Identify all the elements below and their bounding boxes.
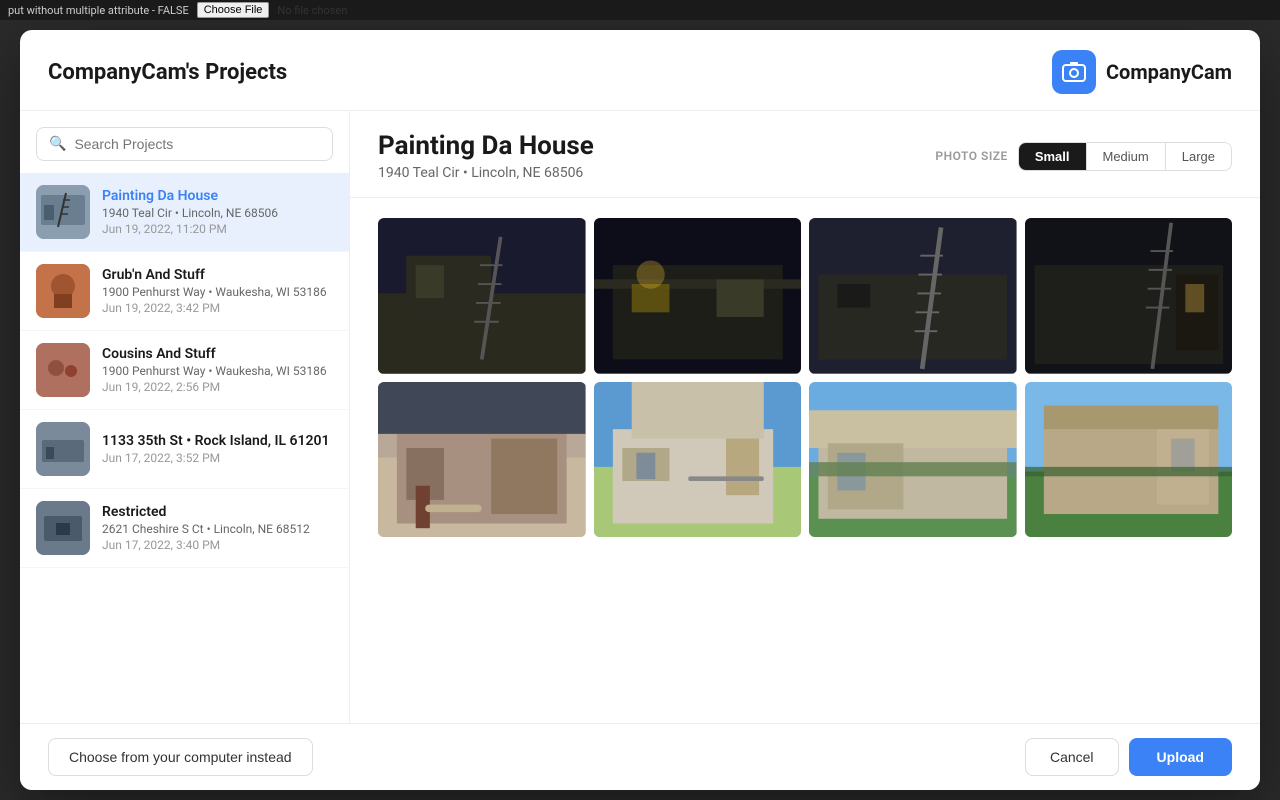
project-name: Cousins And Stuff xyxy=(102,346,333,362)
size-options: Small Medium Large xyxy=(1018,142,1232,171)
search-icon: 🔍 xyxy=(49,136,66,152)
project-name: Painting Da House xyxy=(102,188,333,204)
project-thumb xyxy=(36,264,90,318)
project-date: Jun 17, 2022, 3:40 PM xyxy=(102,538,333,552)
project-date: Jun 17, 2022, 3:52 PM xyxy=(102,451,333,465)
project-name: Restricted xyxy=(102,504,333,520)
cancel-button[interactable]: Cancel xyxy=(1025,738,1119,776)
search-box: 🔍 xyxy=(36,127,333,161)
project-date: Jun 19, 2022, 2:56 PM xyxy=(102,380,333,394)
project-item-restricted[interactable]: Restricted 2621 Cheshire S Ct • Lincoln,… xyxy=(20,489,349,568)
project-header-info: Painting Da House 1940 Teal Cir • Lincol… xyxy=(378,131,594,181)
footer-actions: Cancel Upload xyxy=(1025,738,1232,776)
selected-project-name: Painting Da House xyxy=(378,131,594,161)
upload-button[interactable]: Upload xyxy=(1129,738,1232,776)
logo-text: CompanyCam xyxy=(1106,60,1232,84)
top-browser-bar: put without multiple attribute - FALSE C… xyxy=(0,0,1280,20)
photo-item[interactable] xyxy=(1025,382,1233,538)
project-item-grubn-and-stuff[interactable]: Grub'n And Stuff 1900 Penhurst Way • Wau… xyxy=(20,252,349,331)
project-address: 1900 Penhurst Way • Waukesha, WI 53186 xyxy=(102,364,333,378)
search-input[interactable] xyxy=(74,136,320,152)
size-option-medium[interactable]: Medium xyxy=(1087,143,1166,170)
project-address: 1900 Penhurst Way • Waukesha, WI 53186 xyxy=(102,285,333,299)
selected-project-address: 1940 Teal Cir • Lincoln, NE 68506 xyxy=(378,165,594,181)
photos-grid xyxy=(350,198,1260,723)
photo-item[interactable] xyxy=(1025,218,1233,374)
project-info: 1133 35th St • Rock Island, IL 61201 Jun… xyxy=(102,433,333,465)
project-info: Cousins And Stuff 1900 Penhurst Way • Wa… xyxy=(102,346,333,394)
project-item-rock-island[interactable]: 1133 35th St • Rock Island, IL 61201 Jun… xyxy=(20,410,349,489)
project-thumb xyxy=(36,185,90,239)
project-thumb xyxy=(36,343,90,397)
choose-file-button[interactable]: Choose File xyxy=(197,2,270,18)
top-bar-text: put without multiple attribute - FALSE xyxy=(8,4,189,17)
project-date: Jun 19, 2022, 11:20 PM xyxy=(102,222,333,236)
size-option-small[interactable]: Small xyxy=(1019,143,1087,170)
photo-item[interactable] xyxy=(594,218,802,374)
photo-item[interactable] xyxy=(594,382,802,538)
project-info: Grub'n And Stuff 1900 Penhurst Way • Wau… xyxy=(102,267,333,315)
project-date: Jun 19, 2022, 3:42 PM xyxy=(102,301,333,315)
project-name: Grub'n And Stuff xyxy=(102,267,333,283)
project-picker-modal: CompanyCam's Projects CompanyCam 🔍 xyxy=(20,30,1260,790)
project-item-painting-da-house[interactable]: Painting Da House 1940 Teal Cir • Lincol… xyxy=(20,173,349,252)
modal-header: CompanyCam's Projects CompanyCam xyxy=(20,30,1260,111)
project-header: Painting Da House 1940 Teal Cir • Lincol… xyxy=(350,111,1260,198)
modal-overlay: CompanyCam's Projects CompanyCam 🔍 xyxy=(0,20,1280,800)
logo-area: CompanyCam xyxy=(1052,50,1232,94)
project-name: 1133 35th St • Rock Island, IL 61201 xyxy=(102,433,333,449)
main-content: Painting Da House 1940 Teal Cir • Lincol… xyxy=(350,111,1260,723)
project-info: Painting Da House 1940 Teal Cir • Lincol… xyxy=(102,188,333,236)
photo-item[interactable] xyxy=(378,382,586,538)
project-thumb xyxy=(36,501,90,555)
no-file-text: No file chosen xyxy=(277,4,347,17)
project-info: Restricted 2621 Cheshire S Ct • Lincoln,… xyxy=(102,504,333,552)
modal-body: 🔍 xyxy=(20,111,1260,723)
photo-item[interactable] xyxy=(378,218,586,374)
modal-title: CompanyCam's Projects xyxy=(48,60,287,85)
sidebar: 🔍 xyxy=(20,111,350,723)
projects-list: Painting Da House 1940 Teal Cir • Lincol… xyxy=(20,173,349,723)
choose-from-computer-button[interactable]: Choose from your computer instead xyxy=(48,738,313,776)
modal-footer: Choose from your computer instead Cancel… xyxy=(20,723,1260,790)
photo-item[interactable] xyxy=(809,218,1017,374)
project-thumb xyxy=(36,422,90,476)
search-container: 🔍 xyxy=(20,111,349,173)
project-address: 1940 Teal Cir • Lincoln, NE 68506 xyxy=(102,206,333,220)
project-address: 2621 Cheshire S Ct • Lincoln, NE 68512 xyxy=(102,522,333,536)
photo-size-control: PHOTO SIZE Small Medium Large xyxy=(935,142,1232,171)
photo-size-label: PHOTO SIZE xyxy=(935,149,1007,163)
size-option-large[interactable]: Large xyxy=(1166,143,1231,170)
photo-item[interactable] xyxy=(809,382,1017,538)
companycam-logo-icon xyxy=(1052,50,1096,94)
project-item-cousins-and-stuff[interactable]: Cousins And Stuff 1900 Penhurst Way • Wa… xyxy=(20,331,349,410)
